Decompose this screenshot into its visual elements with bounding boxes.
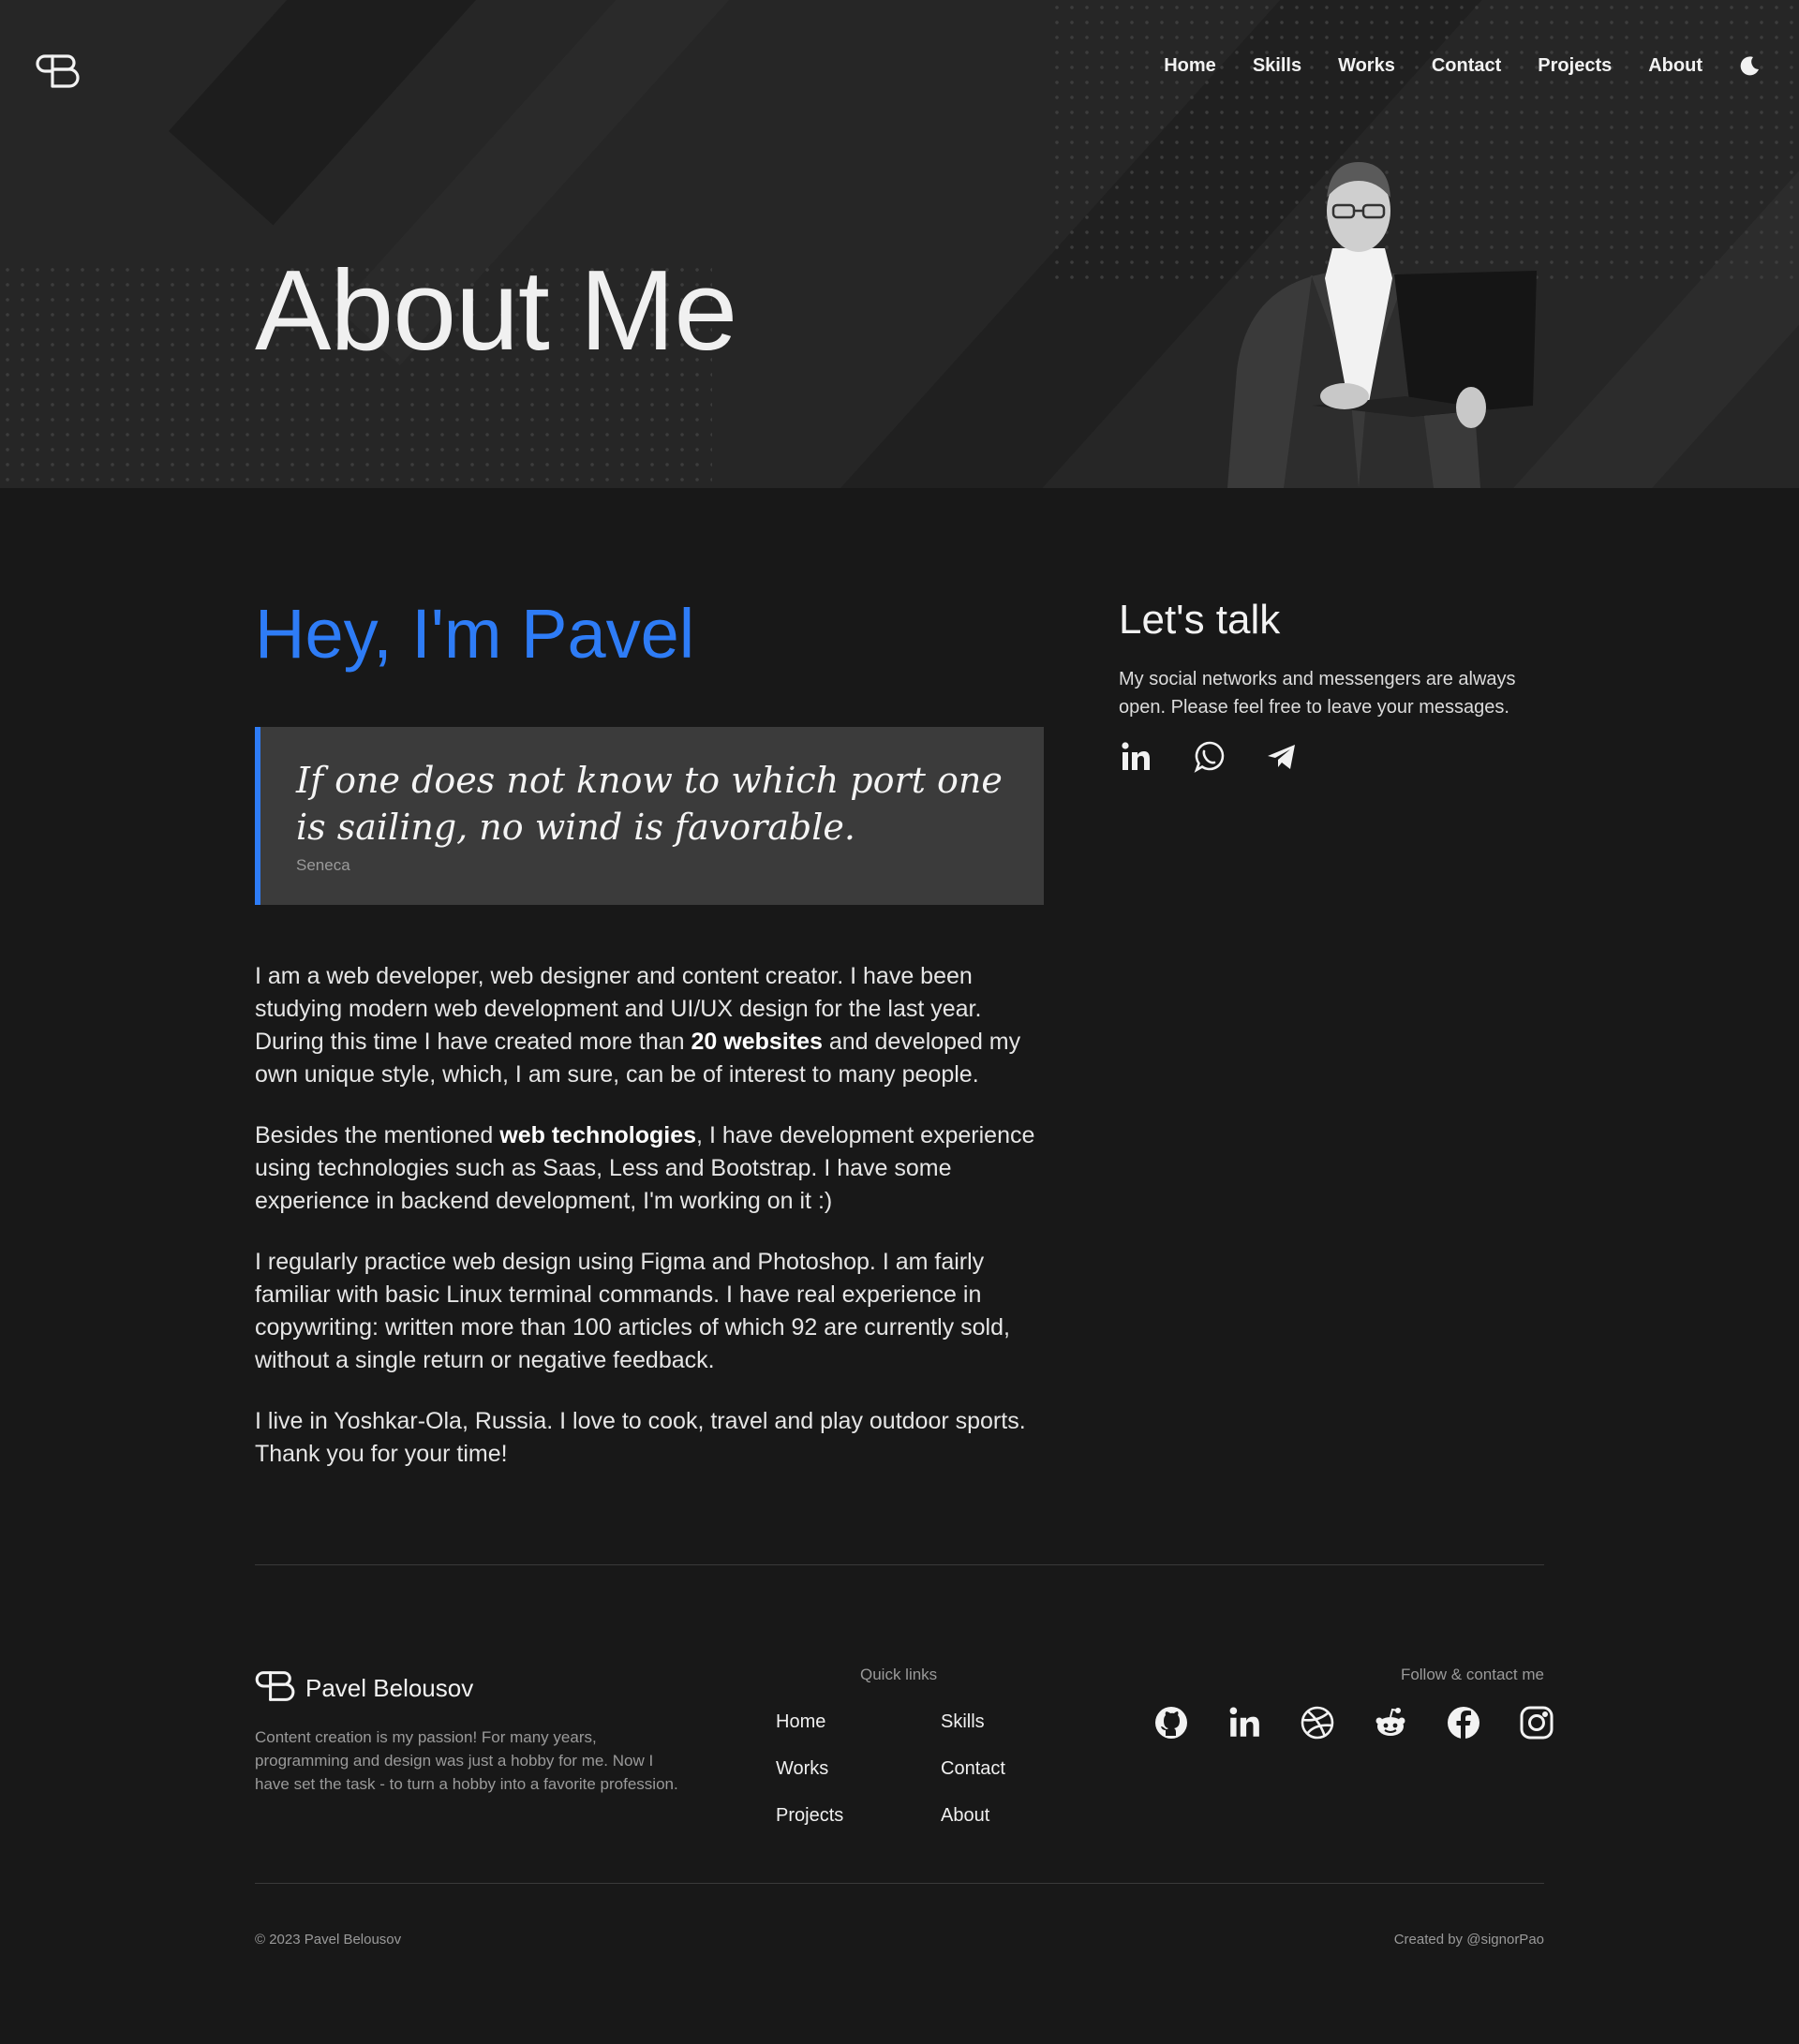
quote-text: If one does not know to which port one i… (296, 760, 1003, 848)
bio-highlight: 20 websites (691, 1029, 823, 1055)
nav-skills[interactable]: Skills (1253, 55, 1301, 77)
facebook-icon[interactable] (1446, 1705, 1481, 1740)
footer-brand-name: Pavel Belousov (305, 1674, 474, 1702)
bio-paragraph: I regularly practice web design using Fi… (255, 1249, 1010, 1373)
follow-title: Follow & contact me (1400, 1666, 1544, 1683)
lets-talk-section: Let's talk My social networks and messen… (1119, 600, 1531, 774)
pb-monogram-icon[interactable] (36, 52, 81, 90)
footer-link-contact[interactable]: Contact (941, 1755, 1076, 1782)
footer-description: Content creation is my passion! For many… (255, 1728, 678, 1793)
whatsapp-icon[interactable] (1192, 740, 1226, 774)
instagram-icon[interactable] (1519, 1705, 1554, 1740)
section-divider (255, 1564, 1544, 1565)
bio-paragraph: I am a web developer, web designer and c… (255, 963, 1021, 1088)
footer-social-icons (1153, 1705, 1554, 1740)
nav-works[interactable]: Works (1338, 55, 1395, 77)
footer-divider (255, 1883, 1544, 1884)
credit-text: Created by @signorPao (1393, 1932, 1544, 1948)
page-title: About Me (255, 246, 737, 374)
footer-link-about[interactable]: About (941, 1802, 1076, 1829)
lets-talk-title: Let's talk (1119, 597, 1281, 643)
footer-link-projects[interactable]: Projects (776, 1802, 941, 1829)
github-icon[interactable] (1153, 1705, 1189, 1740)
pb-monogram-icon[interactable] (255, 1669, 296, 1708)
hero-banner: Home Skills Works Contact Projects About… (0, 0, 1799, 488)
footer-link-home[interactable]: Home (776, 1709, 941, 1735)
reddit-icon[interactable] (1373, 1705, 1408, 1740)
linkedin-icon[interactable] (1119, 740, 1152, 774)
greeting-heading: Hey, I'm Pavel (255, 595, 695, 673)
footer-brand: Pavel Belousov (255, 1669, 473, 1708)
footer-link-works[interactable]: Works (776, 1755, 941, 1782)
quote-author: Seneca (296, 856, 350, 874)
main-nav: Home Skills Works Contact Projects About (1164, 54, 1762, 77)
lets-talk-text: My social networks and messengers are al… (1119, 669, 1516, 718)
nav-about[interactable]: About (1648, 55, 1702, 77)
nav-projects[interactable]: Projects (1538, 55, 1612, 77)
telegram-icon[interactable] (1265, 740, 1299, 774)
nav-home[interactable]: Home (1164, 55, 1216, 77)
quick-links-title: Quick links (860, 1666, 938, 1683)
bio-paragraph: Besides the mentioned web technologies, … (255, 1122, 1035, 1214)
portrait-photo (1171, 155, 1546, 488)
bio-paragraph: I live in Yoshkar-Ola, Russia. I love to… (255, 1408, 1026, 1467)
footer-quick-links: Home Skills Works Contact Projects About (776, 1709, 1076, 1829)
contact-icons (1119, 740, 1531, 774)
nav-contact[interactable]: Contact (1432, 55, 1501, 77)
bio-highlight: web technologies (499, 1122, 697, 1148)
linkedin-icon[interactable] (1227, 1705, 1262, 1740)
quote-block: If one does not know to which port one i… (255, 727, 1044, 905)
dribbble-icon[interactable] (1300, 1705, 1335, 1740)
bio-text: I am a web developer, web designer and c… (255, 960, 1044, 1499)
copyright-text: © 2023 Pavel Belousov (255, 1932, 402, 1948)
footer-link-skills[interactable]: Skills (941, 1709, 1076, 1735)
moon-icon[interactable] (1739, 54, 1762, 77)
